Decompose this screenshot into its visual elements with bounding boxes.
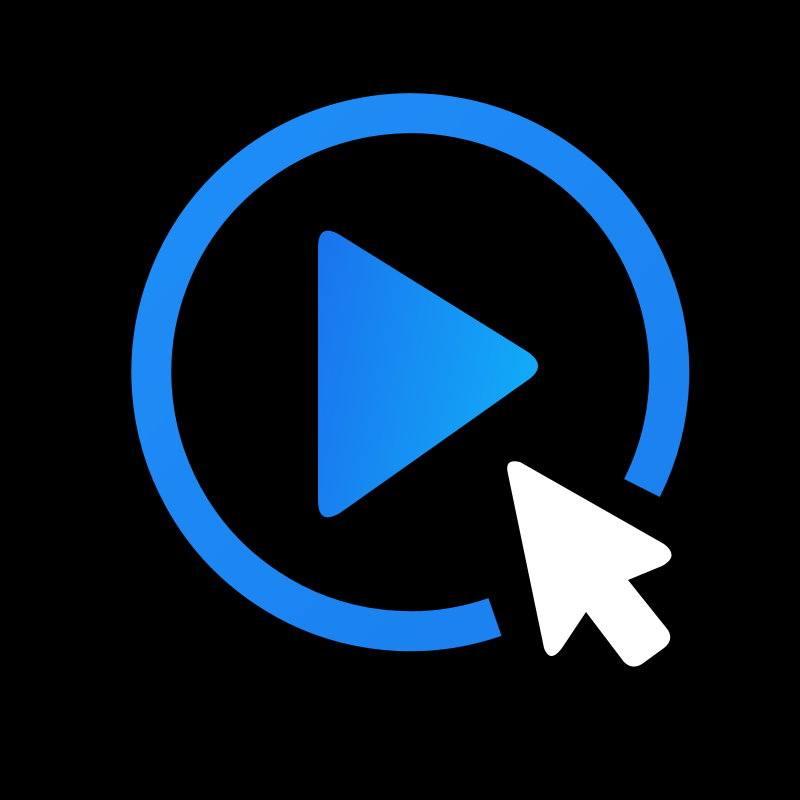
mouse-cursor-icon	[507, 461, 672, 667]
play-triangle-icon	[318, 230, 538, 518]
logo-canvas	[0, 0, 800, 800]
play-click-icon	[131, 93, 690, 667]
